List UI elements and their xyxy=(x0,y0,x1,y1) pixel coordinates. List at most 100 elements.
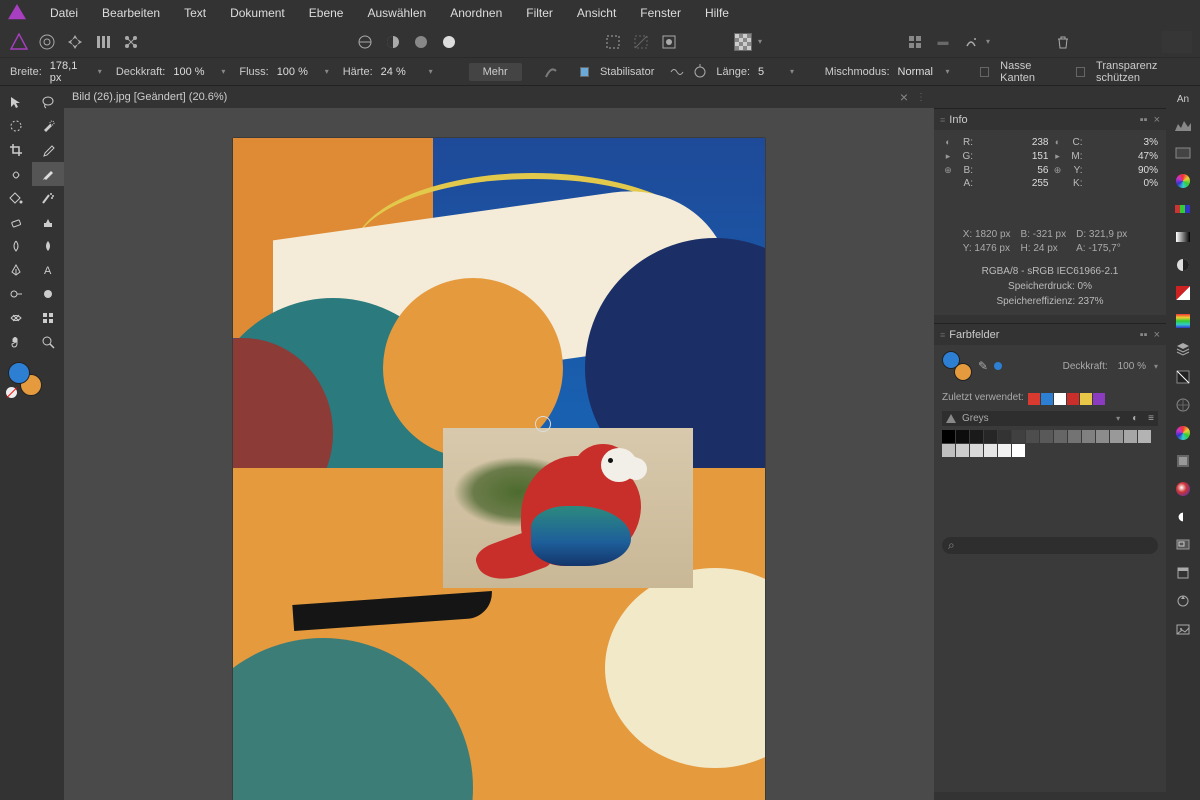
pointer-icon[interactable]: ▸ xyxy=(942,150,954,162)
grey-swatch[interactable] xyxy=(998,430,1011,443)
grey-swatch[interactable] xyxy=(1040,430,1053,443)
width-value[interactable]: 178,1 px xyxy=(50,60,90,84)
persona-photo-icon[interactable] xyxy=(8,31,30,53)
snapping-icon[interactable] xyxy=(904,31,926,53)
palette-opts-icon[interactable]: ◐ xyxy=(1132,413,1138,424)
nav-icon[interactable] xyxy=(1172,534,1194,556)
bg-checker-icon[interactable] xyxy=(732,31,754,53)
grey-swatch[interactable] xyxy=(1054,430,1067,443)
marquee-none-icon[interactable] xyxy=(630,31,652,53)
rope-mode-icon[interactable] xyxy=(668,64,684,80)
grey-swatch[interactable] xyxy=(1096,430,1109,443)
grey-swatch[interactable] xyxy=(1110,430,1123,443)
grey-swatch[interactable] xyxy=(998,444,1011,457)
mesh-tool-icon[interactable] xyxy=(0,306,32,330)
no-color-icon[interactable] xyxy=(6,387,17,398)
rainbow-icon[interactable] xyxy=(1172,310,1194,332)
spray-tool-icon[interactable] xyxy=(32,186,64,210)
swatch-opacity-value[interactable]: 100 % xyxy=(1118,361,1146,372)
menu-hilfe[interactable]: Hilfe xyxy=(699,2,735,24)
target-icon[interactable]: ⊕ xyxy=(1052,164,1064,176)
menu-anordnen[interactable]: Anordnen xyxy=(444,2,508,24)
wet-edges-checkbox[interactable] xyxy=(980,67,989,77)
styles-icon[interactable] xyxy=(1172,450,1194,472)
swatch-strip-icon[interactable] xyxy=(1172,198,1194,220)
layers-icon[interactable] xyxy=(1172,338,1194,360)
text-tool-icon[interactable]: A xyxy=(32,258,64,282)
lasso-tool-icon[interactable] xyxy=(32,90,64,114)
stock-icon[interactable] xyxy=(1172,618,1194,640)
grey-swatch[interactable] xyxy=(1068,430,1081,443)
zoom-tool-icon[interactable] xyxy=(32,330,64,354)
window-mode-icon[interactable] xyxy=(692,64,708,80)
target-icon[interactable]: ⊕ xyxy=(942,164,954,176)
grey-swatch[interactable] xyxy=(942,444,955,457)
channels-icon[interactable] xyxy=(1172,506,1194,528)
grey-swatch[interactable] xyxy=(1082,430,1095,443)
move-tool-icon[interactable] xyxy=(0,90,32,114)
pressure-icon[interactable] xyxy=(543,64,559,80)
marquee-icon[interactable] xyxy=(602,31,624,53)
grey-swatch[interactable] xyxy=(984,444,997,457)
swatch-color-well[interactable] xyxy=(942,351,972,381)
eyedropper-icon[interactable]: ✎ xyxy=(978,359,988,373)
grey-swatch[interactable] xyxy=(1124,430,1137,443)
scope-icon[interactable] xyxy=(1172,142,1194,164)
collapse-icon[interactable] xyxy=(1162,31,1192,53)
erase-tool-icon[interactable] xyxy=(0,210,32,234)
blend-value[interactable]: Normal xyxy=(898,66,938,78)
align-icon[interactable]: ▬ xyxy=(932,31,954,53)
assistant-icon[interactable] xyxy=(960,31,982,53)
persona-export-icon[interactable] xyxy=(120,31,142,53)
length-value[interactable]: 5 xyxy=(758,66,782,78)
trash-icon[interactable] xyxy=(1052,31,1074,53)
dodge-tool-icon[interactable] xyxy=(0,282,32,306)
history-icon[interactable] xyxy=(1172,562,1194,584)
paint-brush-tool-icon[interactable] xyxy=(32,162,64,186)
menu-fenster[interactable]: Fenster xyxy=(634,2,687,24)
blur-tool-icon[interactable] xyxy=(0,234,32,258)
mode-icon-2[interactable] xyxy=(382,31,404,53)
panel-menu-icon[interactable]: ▪▪ xyxy=(1140,329,1148,341)
panel-close-icon[interactable]: × xyxy=(1154,114,1160,126)
mode-icon-4[interactable] xyxy=(438,31,460,53)
mode-icon-1[interactable] xyxy=(354,31,376,53)
adj-icon[interactable] xyxy=(1172,394,1194,416)
menu-datei[interactable]: Datei xyxy=(44,2,84,24)
grey-swatch[interactable] xyxy=(956,444,969,457)
rgb-sampler-icon[interactable]: ◐ xyxy=(942,136,954,148)
quickmask-icon[interactable] xyxy=(658,31,680,53)
menu-dokument[interactable]: Dokument xyxy=(224,2,291,24)
pen-tool-icon[interactable] xyxy=(0,258,32,282)
protect-alpha-checkbox[interactable] xyxy=(1076,67,1085,77)
color-well[interactable] xyxy=(8,362,42,396)
menu-ebene[interactable]: Ebene xyxy=(303,2,350,24)
more-button[interactable]: Mehr xyxy=(469,63,522,81)
panel-grip-icon[interactable]: ≡ xyxy=(940,330,945,340)
current-color-icon[interactable] xyxy=(994,362,1002,370)
recent-swatch[interactable] xyxy=(1067,393,1079,405)
menu-filter[interactable]: Filter xyxy=(520,2,559,24)
cmyk-sampler-icon[interactable]: ◐ xyxy=(1052,136,1064,148)
shape-tool-icon[interactable] xyxy=(32,282,64,306)
transform-icon[interactable] xyxy=(1172,590,1194,612)
recent-swatch[interactable] xyxy=(1080,393,1092,405)
flow-value[interactable]: 100 % xyxy=(277,66,317,78)
grey-swatch[interactable] xyxy=(984,430,997,443)
grid-tool-icon[interactable] xyxy=(32,306,64,330)
grey-swatch[interactable] xyxy=(1026,430,1039,443)
panel-grip-icon[interactable]: ≡ xyxy=(940,115,945,125)
pointer-icon[interactable]: ▸ xyxy=(1052,150,1064,162)
recent-swatch[interactable] xyxy=(1028,393,1040,405)
persona-liquify-icon[interactable] xyxy=(36,31,58,53)
hue-wheel-icon[interactable] xyxy=(1172,422,1194,444)
smudge-tool-icon[interactable] xyxy=(32,234,64,258)
swatch-search-input[interactable] xyxy=(942,537,1158,554)
menu-ansicht[interactable]: Ansicht xyxy=(571,2,622,24)
histogram-icon[interactable] xyxy=(1172,114,1194,136)
palette-name[interactable]: Greys xyxy=(962,413,1110,424)
marquee-tool-icon[interactable] xyxy=(0,114,32,138)
eyedropper-tool-icon[interactable] xyxy=(32,138,64,162)
recent-swatch[interactable] xyxy=(1093,393,1105,405)
grey-swatch[interactable] xyxy=(1138,430,1151,443)
